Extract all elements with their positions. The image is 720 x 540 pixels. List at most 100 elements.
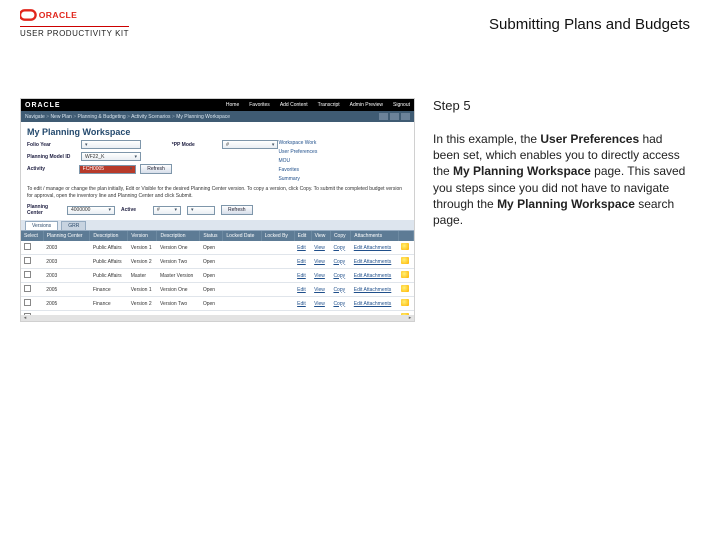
col-header: Select <box>21 231 43 241</box>
step-body-text: In this example, the User Preferences ha… <box>433 131 690 228</box>
topbar-link[interactable]: Add Content <box>280 102 308 108</box>
ss-breadcrumb: Navigate > New Plan > Planning & Budgeti… <box>21 111 414 122</box>
ss-form: Folio Year Planning Model ID WF22_K Acti… <box>21 140 414 186</box>
ws-title: My Planning Workspace <box>21 122 414 140</box>
activity-label: Activity <box>27 166 75 172</box>
table-row: 2005FinanceVersion 1Version OneOpenEditV… <box>21 283 414 297</box>
topbar-link[interactable]: Admin Preview <box>350 102 383 108</box>
table-row: 2003Public AffairsMasterMaster VersionOp… <box>21 269 414 283</box>
summary-link[interactable]: Summary <box>278 176 299 182</box>
row-link[interactable]: Edit Attachments <box>351 269 398 283</box>
row-link[interactable]: Copy <box>330 255 350 269</box>
user-preferences-link[interactable]: User Preferences <box>278 149 317 155</box>
row-checkbox[interactable] <box>24 243 31 250</box>
tab-versions[interactable]: Versions <box>25 221 58 230</box>
page-root: ORACLE USER PRODUCTIVITY KIT Submitting … <box>0 0 720 540</box>
row-link[interactable]: Edit Attachments <box>351 241 398 255</box>
topbar-link[interactable]: Transcript <box>318 102 340 108</box>
breadcrumb-item[interactable]: My Planning Workspace <box>176 114 230 120</box>
oracle-logo: ORACLE <box>20 8 129 22</box>
ss-helptext: To edit / manage or change the plan init… <box>21 186 414 204</box>
breadcrumb-item[interactable]: New Plan <box>50 114 71 120</box>
workspace-work-link[interactable]: Workspace Work <box>278 140 316 146</box>
mou-link[interactable]: MOU <box>278 158 290 164</box>
content-row: ORACLE Home Favorites Add Content Transcrip… <box>0 98 720 322</box>
col-header: Description <box>157 231 200 241</box>
note-icon[interactable] <box>401 257 409 264</box>
ss-bc-icons <box>379 113 410 120</box>
row-link[interactable]: View <box>311 283 330 297</box>
row-link[interactable]: View <box>311 269 330 283</box>
col-header: Attachments <box>351 231 398 241</box>
table-row: 2005FinanceVersion 2Version TwoOpenEditV… <box>21 297 414 311</box>
breadcrumb-item[interactable]: Navigate <box>25 114 45 120</box>
ss-tabs: VersionsGRR <box>21 220 414 231</box>
row-checkbox[interactable] <box>24 285 31 292</box>
step-column: Step 5 In this example, the User Prefere… <box>433 98 690 322</box>
row-link[interactable]: Edit <box>294 255 311 269</box>
active-select[interactable]: # <box>153 206 181 215</box>
app-screenshot: ORACLE Home Favorites Add Content Transcrip… <box>20 98 415 322</box>
row-link[interactable]: View <box>311 241 330 255</box>
breadcrumb-item[interactable]: Planning & Budgeting <box>78 114 126 120</box>
activity-select[interactable]: FCH0005 <box>79 165 137 174</box>
folio-year-select[interactable] <box>81 140 141 149</box>
bc-icon[interactable] <box>401 113 410 120</box>
col-header: Status <box>200 231 223 241</box>
upk-subtitle: USER PRODUCTIVITY KIT <box>20 26 129 38</box>
pp-mode-label: *PP Mode <box>172 142 218 148</box>
favorites-link[interactable]: Favorites <box>278 167 299 173</box>
row-link[interactable]: View <box>311 297 330 311</box>
table-header-row: SelectPlanning CenterDescriptionVersionD… <box>21 231 414 241</box>
row-link[interactable]: Edit Attachments <box>351 255 398 269</box>
row-checkbox[interactable] <box>24 299 31 306</box>
row-checkbox[interactable] <box>24 257 31 264</box>
breadcrumb-item[interactable]: Activity Scenarios <box>131 114 170 120</box>
bc-icon[interactable] <box>390 113 399 120</box>
topbar-link[interactable]: Favorites <box>249 102 270 108</box>
doc-title: Submitting Plans and Budgets <box>489 16 690 33</box>
row-link[interactable]: Copy <box>330 241 350 255</box>
ss-brand: ORACLE <box>25 102 61 109</box>
row-link[interactable]: Copy <box>330 269 350 283</box>
note-icon[interactable] <box>401 271 409 278</box>
versions-table: SelectPlanning CenterDescriptionVersionD… <box>21 231 414 322</box>
active-label: Active <box>121 207 147 213</box>
ss-scrollbar[interactable] <box>21 315 414 321</box>
table-body: 2003Public AffairsVersion 1Version OneOp… <box>21 241 414 322</box>
col-header: View <box>311 231 330 241</box>
row-link[interactable]: Copy <box>330 283 350 297</box>
col-header <box>398 231 413 241</box>
logo-block: ORACLE USER PRODUCTIVITY KIT <box>20 8 129 38</box>
row-link[interactable]: View <box>311 255 330 269</box>
row-link[interactable]: Edit <box>294 241 311 255</box>
row-link[interactable]: Edit Attachments <box>351 283 398 297</box>
row-checkbox[interactable] <box>24 271 31 278</box>
table-row: 2003Public AffairsVersion 2Version TwoOp… <box>21 255 414 269</box>
note-icon[interactable] <box>401 299 409 306</box>
col-header: Copy <box>330 231 350 241</box>
ss-filter-row: Planning Center 4000000 Active # Refresh <box>21 204 414 220</box>
activity-refresh-button[interactable]: Refresh <box>140 164 172 174</box>
oracle-text: ORACLE <box>39 10 78 20</box>
row-link[interactable]: Edit <box>294 297 311 311</box>
row-link[interactable]: Edit Attachments <box>351 297 398 311</box>
pp-mode-select[interactable]: # <box>222 140 278 149</box>
col-header: Description <box>90 231 128 241</box>
topbar-link[interactable]: Home <box>226 102 239 108</box>
row-link[interactable]: Copy <box>330 297 350 311</box>
topbar-link[interactable]: Signout <box>393 102 410 108</box>
col-header: Version <box>128 231 157 241</box>
tab-grr[interactable]: GRR <box>61 221 86 230</box>
row-link[interactable]: Edit <box>294 283 311 297</box>
refresh-button[interactable]: Refresh <box>221 205 253 215</box>
planning-model-select[interactable]: WF22_K <box>81 152 141 161</box>
extra-select[interactable] <box>187 206 215 215</box>
row-link[interactable]: Edit <box>294 269 311 283</box>
planning-center-select[interactable]: 4000000 <box>67 206 115 215</box>
planning-center-label: Planning Center <box>27 204 61 216</box>
bc-icon[interactable] <box>379 113 388 120</box>
note-icon[interactable] <box>401 285 409 292</box>
planning-model-label: Planning Model ID <box>27 154 77 160</box>
note-icon[interactable] <box>401 243 409 250</box>
